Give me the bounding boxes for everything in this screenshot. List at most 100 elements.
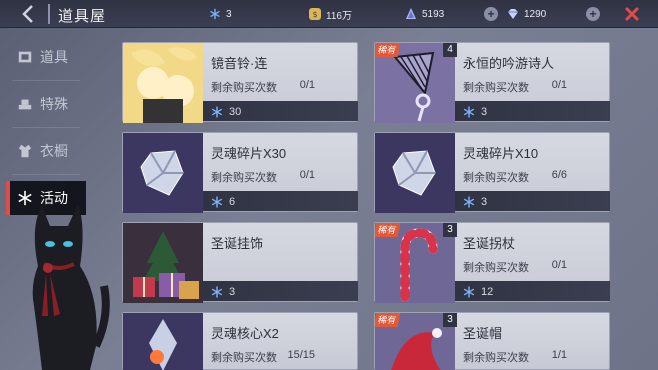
remaining-label: 剩余购买次数 [211,172,277,184]
resource-gold: $ 116万 [308,5,352,23]
resource-snowflake: 3 [208,5,232,23]
soul-shard-icon [123,133,203,213]
close-button[interactable] [622,4,642,24]
plus-icon[interactable]: + [484,7,498,21]
sidebar-item-label: 特殊 [40,96,68,112]
shop-item-card[interactable]: 稀有 4 永恒的吟游诗人 剩余购买次数 0/1 3 [374,42,610,123]
item-price: 12 [463,286,493,298]
character-portrait-icon [123,43,203,123]
item-price: 3 [463,106,487,118]
sidebar-item-wardrobe[interactable]: 衣橱 [6,134,86,168]
resource-crystal: 5193 [404,5,444,23]
page-title: 道具屋 [58,8,107,25]
snowflake-icon [463,196,475,208]
snowflake-icon [211,286,223,298]
remaining-label: 剩余购买次数 [211,352,277,364]
item-icon [16,48,34,66]
sidebar-divider [12,174,80,175]
remaining-count: 6/6 [551,169,567,181]
title-divider [48,4,50,24]
item-thumbnail [123,223,203,303]
item-thumbnail [123,43,203,123]
item-name: 灵魂碎片X10 [463,146,539,161]
item-price: 3 [463,196,487,208]
snowflake-icon [211,196,223,208]
price-value: 12 [481,286,494,298]
remaining-count: 0/1 [299,79,315,91]
item-thumbnail [375,133,455,213]
rare-badge: 稀有 [375,313,401,327]
snowflake-icon [208,7,222,21]
gold-count: 116万 [326,10,352,22]
item-thumbnail [123,133,203,213]
plus-icon[interactable]: + [586,7,600,21]
item-name: 永恒的吟游诗人 [463,56,555,71]
shop-item-card[interactable]: 灵魂碎片X10 剩余购买次数 6/6 3 [374,132,610,213]
item-price: 30 [211,106,241,118]
item-name: 灵魂碎片X30 [211,146,287,161]
shop-item-card[interactable]: 灵魂核心X2 剩余购买次数 15/15 [122,312,358,370]
diamond-add[interactable]: + [586,5,600,23]
sidebar-item-items[interactable]: 道具 [6,40,86,74]
item-name: 镜音铃·连 [211,56,268,71]
remaining-label: 剩余购买次数 [463,262,529,274]
crystal-add[interactable]: + [484,5,498,23]
top-bar: 道具屋 3 $ 116万 5193 + 1290 + [0,0,658,28]
remaining-label: 剩余购买次数 [463,172,529,184]
chevron-left-icon [22,5,33,23]
rare-badge: 稀有 [375,43,401,57]
soul-shard-icon [375,133,455,213]
sidebar-item-label: 衣橱 [40,143,68,159]
remaining-label: 剩余购买次数 [463,82,529,94]
item-thumbnail [123,313,203,370]
sidebar-item-special[interactable]: 特殊 [6,87,86,121]
crystal-icon [404,7,418,21]
remaining-label: 剩余购买次数 [463,352,529,364]
shop-item-card[interactable]: 圣诞挂饰 3 [122,222,358,303]
black-cat-mascot [20,196,110,370]
owned-count-badge: 4 [443,43,457,57]
shop-item-card[interactable]: 稀有 3 圣诞帽 剩余购买次数 1/1 [374,312,610,370]
shop-item-card[interactable]: 稀有 3 圣诞拐杖 剩余购买次数 0/1 12 [374,222,610,303]
snowflake-count: 3 [226,8,232,20]
sidebar-divider [12,127,80,128]
snowflake-icon [463,106,475,118]
coin-icon: $ [308,7,322,21]
svg-text:$: $ [312,10,317,19]
remaining-count: 0/1 [551,259,567,271]
shop-item-card[interactable]: 灵魂碎片X30 剩余购买次数 0/1 6 [122,132,358,213]
item-name: 灵魂核心X2 [211,326,279,341]
snowflake-icon [463,286,475,298]
diamond-count: 1290 [524,8,547,20]
owned-count-badge: 3 [443,223,457,237]
rare-badge: 稀有 [375,223,401,237]
special-icon [16,95,34,113]
item-name: 圣诞拐杖 [463,236,516,251]
back-button[interactable] [18,3,40,25]
owned-count-badge: 3 [443,313,457,327]
price-value: 3 [481,106,488,118]
price-value: 3 [481,196,488,208]
sidebar-item-label: 道具 [40,49,68,65]
crystal-count: 5193 [422,8,445,20]
close-icon [624,6,640,22]
remaining-count: 0/1 [551,79,567,91]
price-value: 3 [229,286,236,298]
sidebar: 道具 特殊 衣橱 活动 [6,40,86,221]
price-value: 30 [229,106,242,118]
wardrobe-icon [16,142,34,160]
soul-core-icon [123,313,203,370]
sidebar-divider [12,80,80,81]
remaining-count: 0/1 [299,169,315,181]
remaining-count: 1/1 [551,349,567,361]
item-price: 6 [211,196,235,208]
remaining-label: 剩余购买次数 [211,82,277,94]
shop-item-card[interactable]: 镜音铃·连 剩余购买次数 0/1 30 [122,42,358,123]
remaining-count: 15/15 [287,349,315,361]
item-name: 圣诞帽 [463,326,503,341]
christmas-ornament-icon [123,223,203,303]
item-price: 3 [211,286,235,298]
item-name: 圣诞挂饰 [211,236,264,251]
diamond-icon [506,7,520,21]
resource-diamond: 1290 [506,5,546,23]
